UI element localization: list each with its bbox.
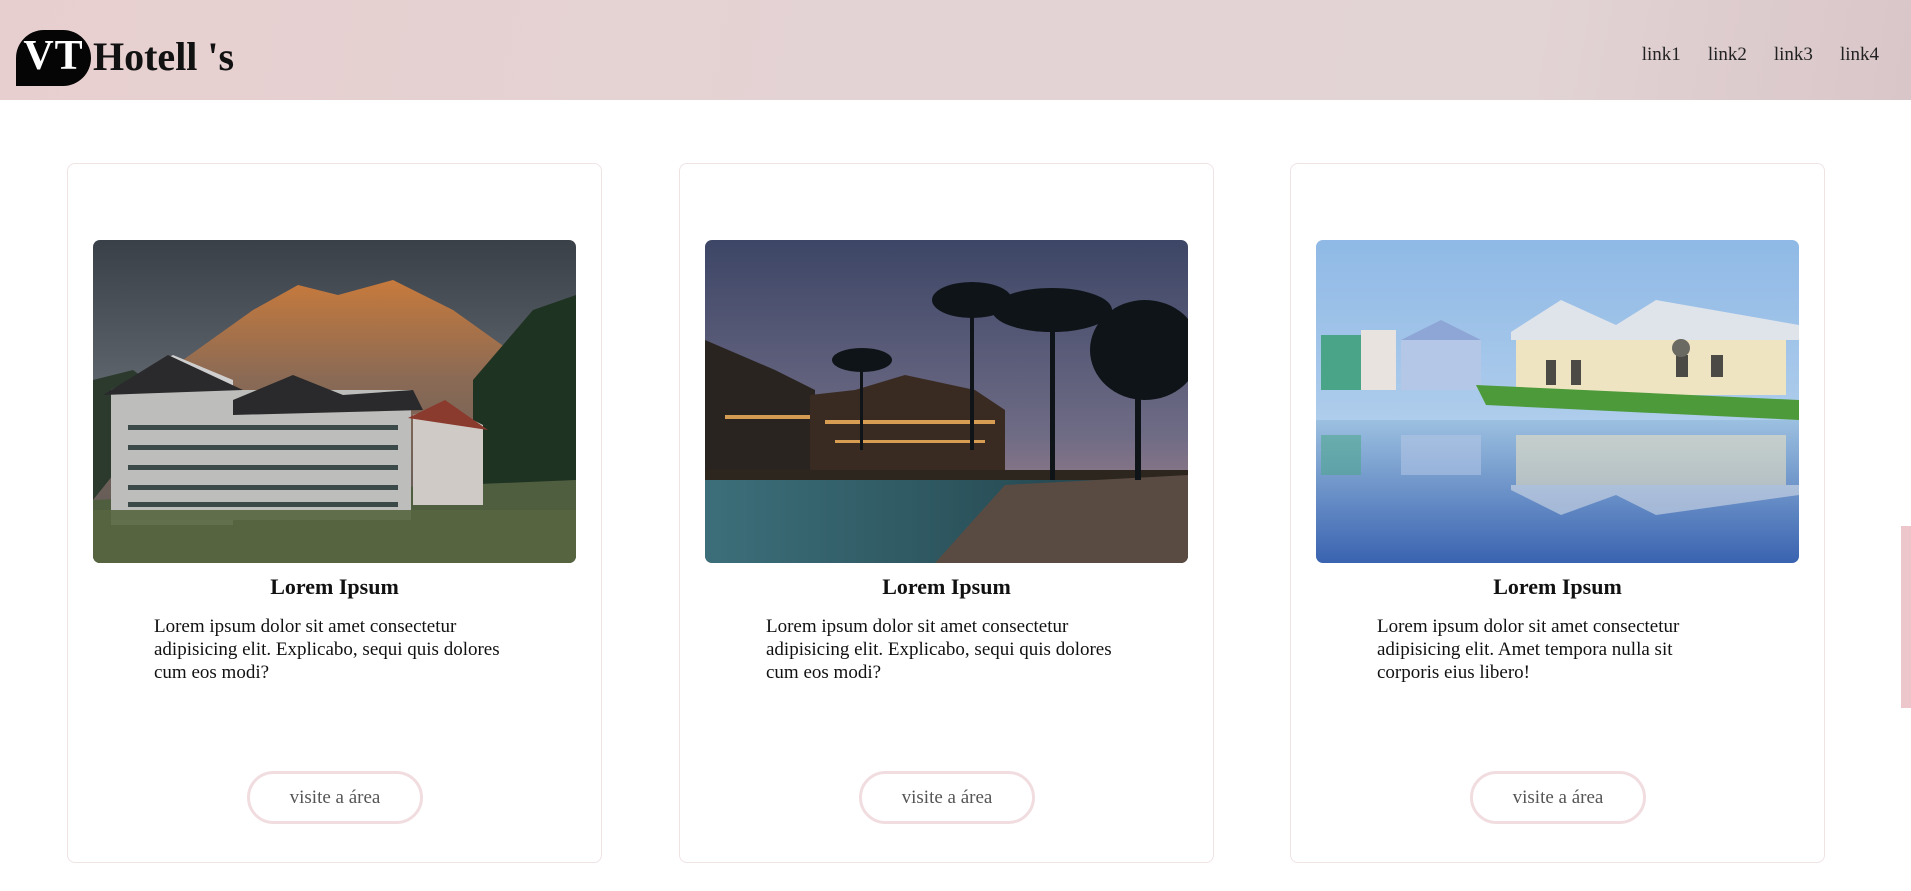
card-text: Lorem ipsum dolor sit amet consectetur a… bbox=[766, 616, 1112, 683]
hotel-card: Lorem Ipsum Lorem ipsum dolor sit amet c… bbox=[679, 163, 1214, 863]
card-text: Lorem ipsum dolor sit amet consectetur a… bbox=[154, 616, 500, 683]
side-scroll-tab[interactable] bbox=[1901, 526, 1911, 708]
logo-badge: VT bbox=[16, 30, 91, 86]
hotel-cards: Lorem Ipsum Lorem ipsum dolor sit amet c… bbox=[0, 163, 1911, 863]
nav-link-3[interactable]: link3 bbox=[1774, 44, 1813, 66]
mountain-hotel-photo bbox=[93, 240, 576, 563]
tropical-resort-pool-photo bbox=[705, 240, 1188, 563]
waterfront-house-photo bbox=[1316, 240, 1799, 563]
card-title: Lorem Ipsum bbox=[882, 574, 1011, 599]
nav-link-4[interactable]: link4 bbox=[1840, 44, 1879, 66]
nav-link-1[interactable]: link1 bbox=[1642, 44, 1681, 66]
visit-area-button[interactable]: visite a área bbox=[859, 771, 1035, 824]
hotel-card: Lorem Ipsum Lorem ipsum dolor sit amet c… bbox=[1290, 163, 1825, 863]
card-title: Lorem Ipsum bbox=[1493, 574, 1622, 599]
site-header: VT Hotell 's link1 link2 link3 link4 bbox=[0, 0, 1911, 100]
logo-text: Hotell 's bbox=[93, 33, 235, 79]
visit-area-button[interactable]: visite a área bbox=[247, 771, 423, 824]
card-text: Lorem ipsum dolor sit amet consectetur a… bbox=[1377, 616, 1680, 683]
hotel-card: Lorem Ipsum Lorem ipsum dolor sit amet c… bbox=[67, 163, 602, 863]
card-title: Lorem Ipsum bbox=[270, 574, 399, 599]
nav-link-2[interactable]: link2 bbox=[1708, 44, 1747, 66]
logo[interactable]: VT Hotell 's bbox=[16, 30, 234, 86]
visit-area-button[interactable]: visite a área bbox=[1470, 771, 1646, 824]
main-nav: link1 link2 link3 link4 bbox=[1642, 44, 1879, 66]
